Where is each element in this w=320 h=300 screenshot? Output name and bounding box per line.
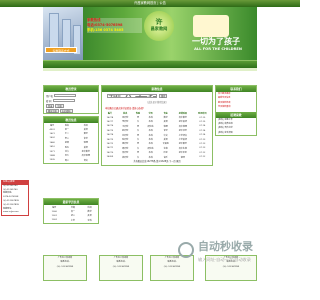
register-button[interactable]: 注册: [55, 103, 64, 108]
ad-box[interactable]: 广告位火热招商 联系电话: QQ: 512367899: [99, 255, 143, 281]
hotline-phone: 电话:0374-5076598: [87, 23, 142, 28]
tutor-info-table: 编号 姓名 性别 学历 专业 授课科目 登记时间 16278 张同学男本科 数学 高中数学 07-1…: [102, 111, 212, 159]
search-button[interactable]: 搜索: [159, 93, 168, 98]
right-panel: 联系我们 热门教员推荐 最新学员信息 教员资料修改 学员资料查询 招聘家教 [推…: [215, 85, 257, 137]
login-panel: 教员登录 用户名 密 码 登录 注册 教员注册 忘记密码: [43, 85, 99, 114]
student-table: 编号 年级 科目 1000 高一 数学 1001 初三 英语 1002 小学 全科: [44, 205, 98, 223]
floating-line[interactable]: www.xcjjw.com: [2, 211, 28, 215]
tutor-register-link[interactable]: 教员注册: [46, 108, 59, 113]
site-title: 许昌家教网首页 | 公告: [134, 1, 166, 5]
slogan: 一切为了孩子: [192, 37, 240, 46]
username-label: 用户名: [46, 94, 54, 98]
tutor-table: 编号 姓名 科目 4301 张一 英语 1621 王二 数学 1602 李三 化学 1640 赵四…: [44, 123, 98, 163]
hotline-mobile: 手机:156 0374 5405: [87, 28, 142, 33]
username-input[interactable]: [54, 93, 77, 98]
search-note: (此处显示搜索结果): [147, 101, 167, 104]
header-banner: 家教热线 电话:0374-5076598 手机:156 0374 5405 许昌…: [43, 7, 257, 60]
search-input[interactable]: [107, 93, 157, 98]
logo-stamp: 许昌家教网: [144, 11, 174, 41]
watermark-subtitle: 输入网址·自动一次·自动收录: [198, 257, 251, 262]
ad-box[interactable]: 广告位火热招商 联系电话: QQ: 512367899: [43, 255, 87, 281]
password-label: 密 码: [46, 99, 52, 103]
forgot-password-link[interactable]: 忘记密码: [59, 108, 73, 113]
right-link[interactable]: 学员资料查询: [216, 105, 256, 109]
password-input[interactable]: [52, 98, 75, 103]
recruit-item[interactable]: [推荐] 家长须知: [216, 131, 256, 135]
nav-bar: [43, 60, 257, 68]
floating-qq-box: 在线QQ客服 QQ:51265760 QQ:51265760 家教热线: 037…: [1, 180, 29, 217]
table-row[interactable]: 1505 周八 语文: [44, 158, 98, 162]
tutor-info-panel: 家教信息 搜索 (此处显示搜索结果) 本站教员已通过身份证验证,请放心选择! 编…: [101, 85, 213, 167]
watermark-title: 自动秒收录: [198, 240, 253, 253]
student-list-panel: 最新学员信息 编号 年级 科目 1000 高一 数学 1001 初三 英语 1002 小学 全科: [43, 198, 99, 224]
children-illustration: [193, 15, 229, 37]
nav-strip: [43, 68, 257, 71]
slogan-english: ALL FOR THE CHILDREN: [194, 47, 242, 51]
hotline-label: 家教热线: [87, 18, 142, 23]
watermark: 自动秒收录 输入网址·自动一次·自动收录: [178, 240, 293, 274]
tutor-list-panel: 教员信息 编号 姓名 科目 4301 张一 英语 1621 王二 数学 1602 李三 化学 1…: [43, 116, 99, 164]
contact-button[interactable]: 家教联系方式: [45, 47, 77, 53]
login-header: 教员登录: [44, 86, 98, 92]
top-bar: 许昌家教网首页 | 公告: [0, 0, 300, 7]
pagination[interactable]: 共有教员信息16278条,第1/1628页,下一页 尾页: [102, 159, 212, 165]
watermark-logo-icon: [178, 242, 194, 258]
login-button[interactable]: 登录: [46, 103, 55, 108]
table-row[interactable]: 1002 小学 全科: [44, 218, 98, 222]
